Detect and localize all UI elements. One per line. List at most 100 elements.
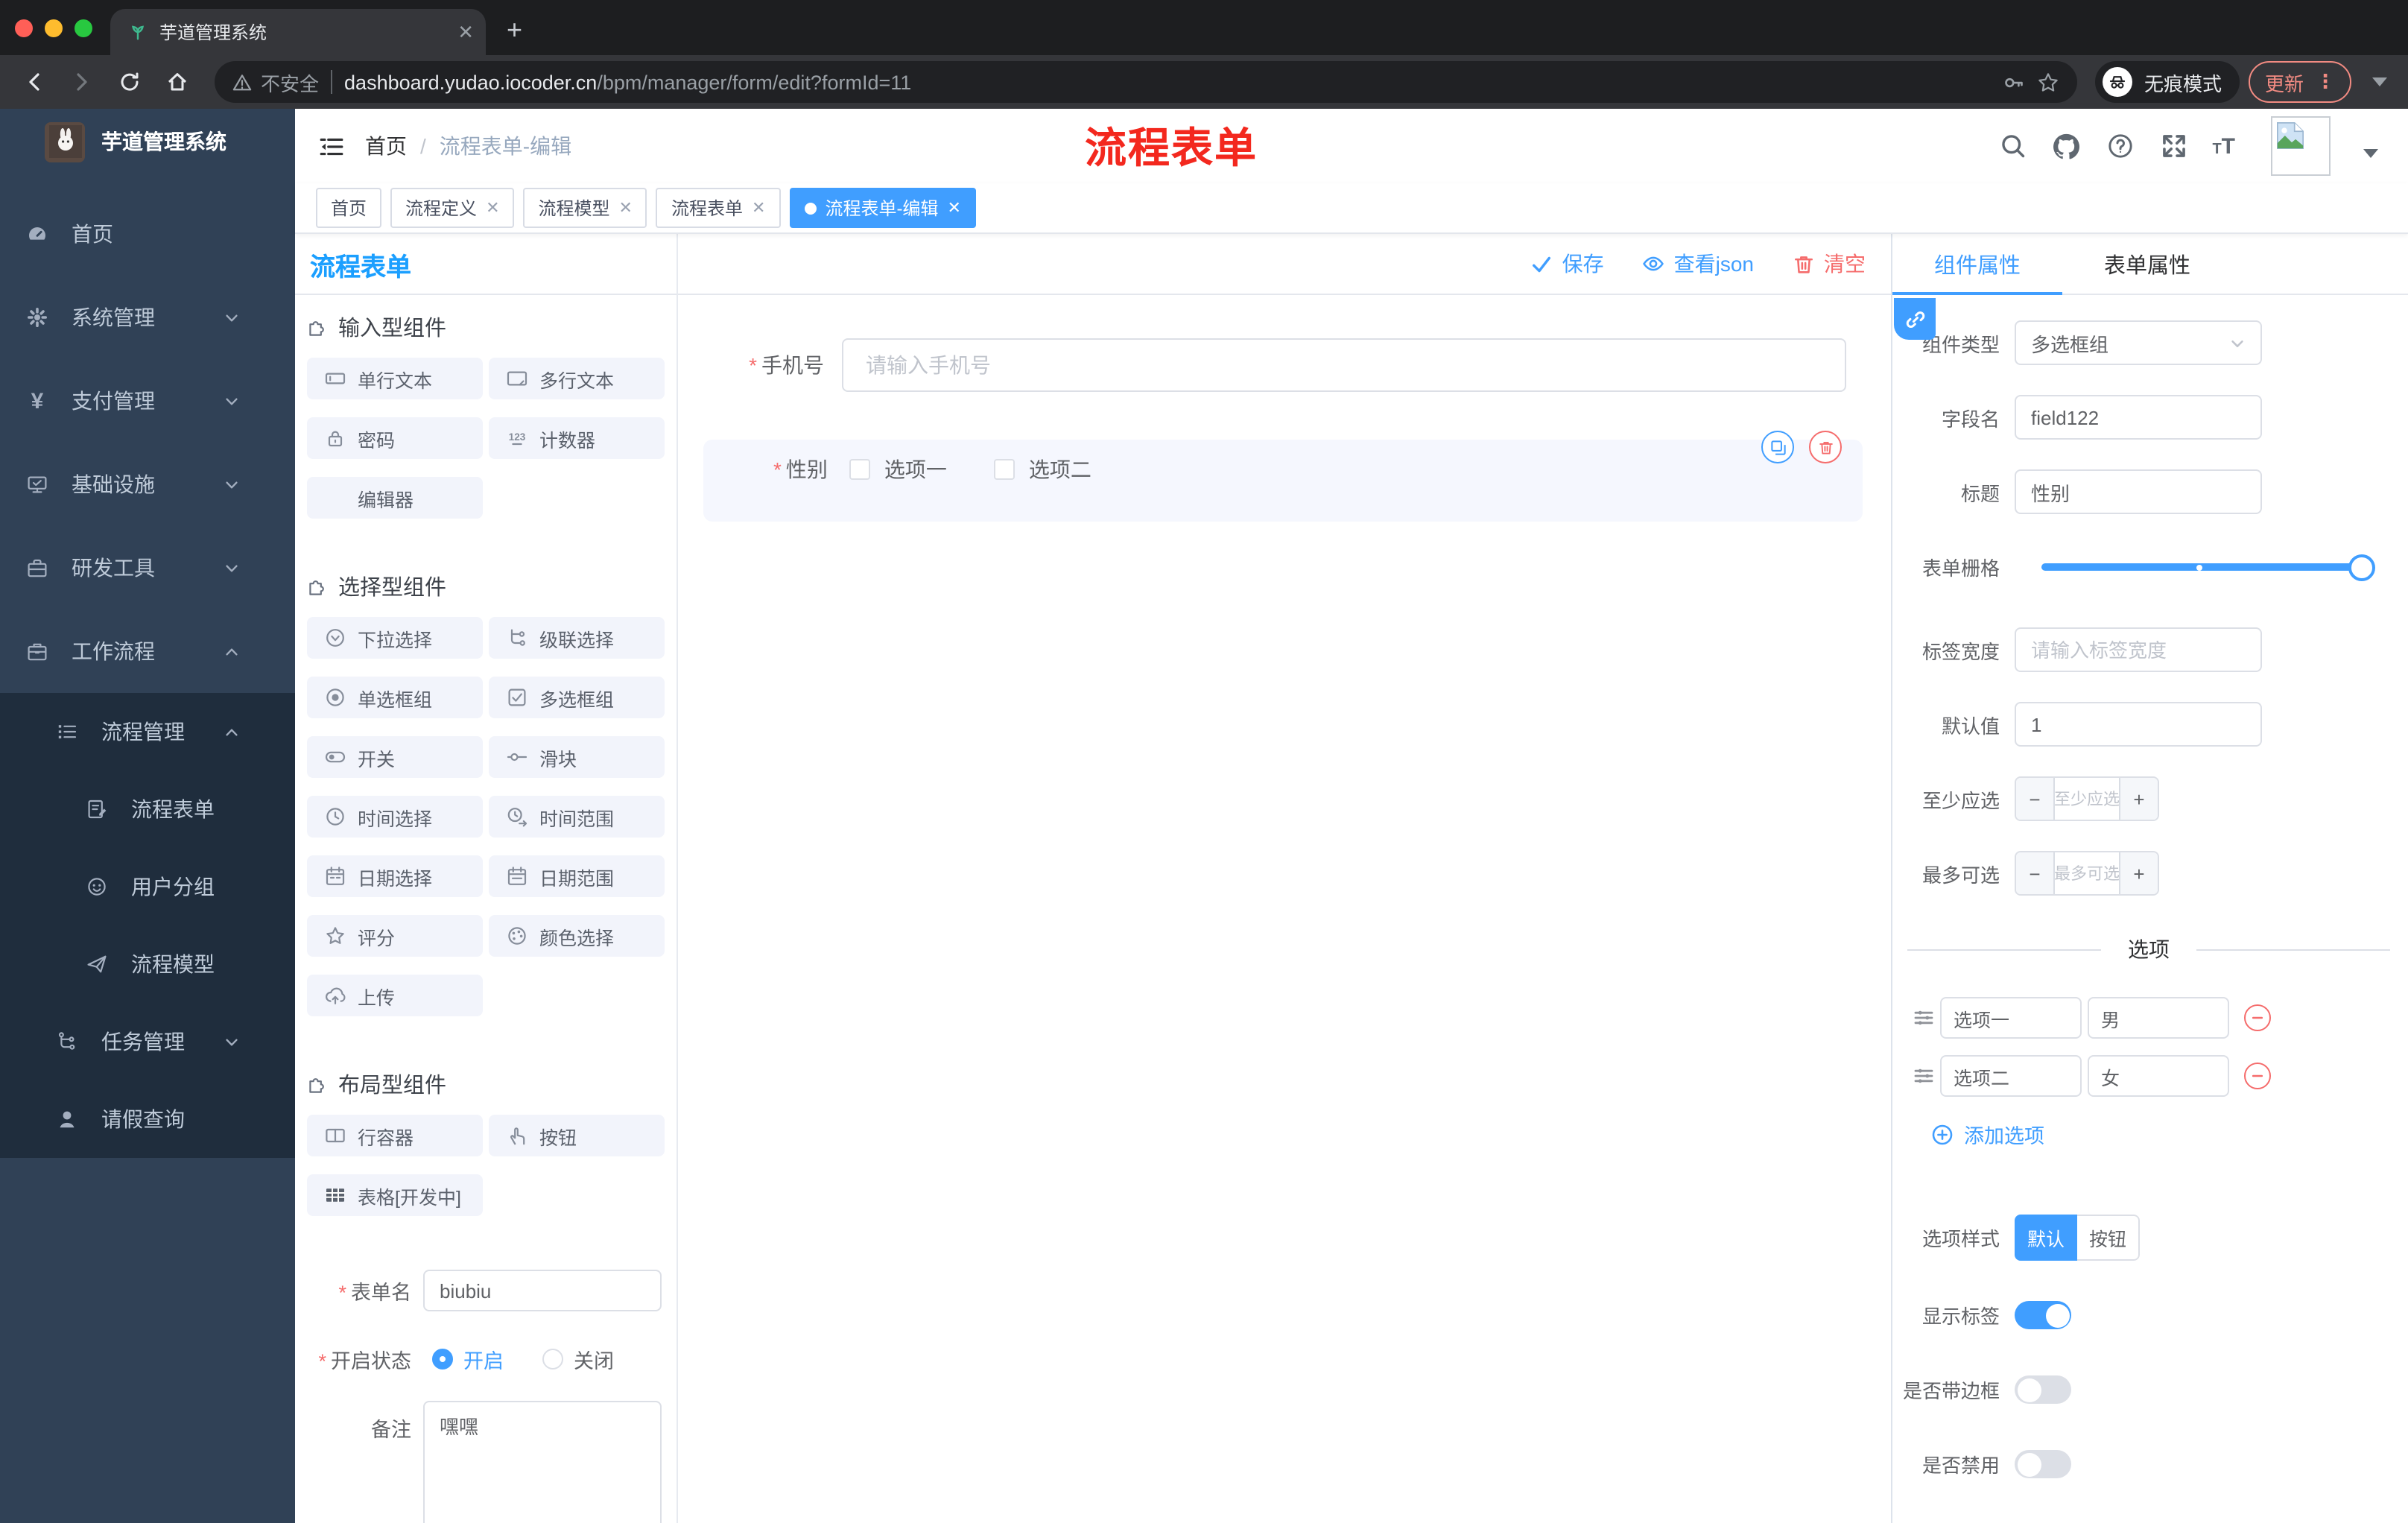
palette-item-switch[interactable]: 开关 <box>307 736 483 778</box>
tag-流程定义[interactable]: 流程定义 ✕ <box>390 188 515 228</box>
delete-field-button[interactable] <box>1809 431 1842 463</box>
sidebar-logo[interactable]: 芋道管理系统 <box>0 109 295 174</box>
browser-tab[interactable]: 芋道管理系统 ✕ <box>110 9 486 55</box>
slider-handle[interactable] <box>2348 554 2375 581</box>
palette-item-color[interactable]: 颜色选择 <box>489 915 665 957</box>
sidebar-item-leave-query[interactable]: 请假查询 <box>0 1080 295 1158</box>
duplicate-field-button[interactable] <box>1761 431 1794 463</box>
tag-流程模型[interactable]: 流程模型 ✕ <box>523 188 647 228</box>
palette-item-table[interactable]: 表格[开发中] <box>307 1174 483 1216</box>
github-icon[interactable] <box>2051 131 2081 161</box>
tag-流程表单[interactable]: 流程表单 ✕ <box>656 188 781 228</box>
help-icon[interactable] <box>2105 131 2135 161</box>
user-menu-caret-icon[interactable] <box>2363 149 2378 158</box>
radio-status-off[interactable]: 关闭 <box>542 1344 614 1374</box>
search-icon[interactable] <box>1997 131 2027 161</box>
increase-button[interactable]: + <box>2119 778 2158 820</box>
checkbox-option[interactable]: 选项一 <box>849 455 947 484</box>
default-value-input[interactable] <box>2015 702 2262 747</box>
toggle-with-border[interactable] <box>2015 1375 2071 1404</box>
clear-button[interactable]: 清空 <box>1793 249 1866 279</box>
tag-流程表单-编辑[interactable]: 流程表单-编辑 ✕ <box>789 188 976 228</box>
palette-item-time[interactable]: 时间选择 <box>307 796 483 838</box>
link-handle[interactable] <box>1894 298 1936 340</box>
form-name-input[interactable] <box>423 1270 662 1311</box>
palette-item-checkbox-group[interactable]: 多选框组 <box>489 677 665 718</box>
new-tab-button[interactable]: + <box>507 15 522 46</box>
sidebar-item-system[interactable]: 系统管理 <box>0 276 295 359</box>
tag-close-icon[interactable]: ✕ <box>947 198 960 218</box>
avatar[interactable] <box>2271 116 2331 176</box>
canvas-field-gender-selected[interactable]: * 性别 选项一 选项二 <box>703 431 1863 522</box>
palette-item-button[interactable]: 按钮 <box>489 1115 665 1156</box>
sidebar-item-process-model[interactable]: 流程模型 <box>0 925 295 1003</box>
palette-item-text-field[interactable]: 单行文本 <box>307 358 483 399</box>
option-value-input[interactable] <box>2088 1055 2229 1097</box>
palette-item-cascader[interactable]: 级联选择 <box>489 617 665 659</box>
tag-close-icon[interactable]: ✕ <box>486 198 499 218</box>
tab-close-icon[interactable]: ✕ <box>457 20 474 44</box>
palette-item-date-range[interactable]: 日期范围 <box>489 855 665 897</box>
toggle-disabled[interactable] <box>2015 1450 2071 1478</box>
palette-item-row[interactable]: 行容器 <box>307 1115 483 1156</box>
browser-update-button[interactable]: 更新 ⋮ <box>2248 61 2351 103</box>
label-width-input[interactable] <box>2015 627 2262 672</box>
sidebar-item-home[interactable]: 首页 <box>0 192 295 276</box>
canvas-field-phone[interactable]: * 手机号 <box>678 338 1891 392</box>
address-bar[interactable]: 不安全 dashboard.yudao.iocoder.cn/bpm/manag… <box>215 61 2077 103</box>
increase-button[interactable]: + <box>2119 852 2158 894</box>
sidebar-item-workflow[interactable]: 工作流程 <box>0 609 295 693</box>
palette-item-textarea[interactable]: 多行文本 <box>489 358 665 399</box>
sidebar-item-infra[interactable]: 基础设施 <box>0 443 295 526</box>
palette-item-radio-group[interactable]: 单选框组 <box>307 677 483 718</box>
sidebar-item-task-mgmt[interactable]: 任务管理 <box>0 1003 295 1080</box>
sidebar-fold-icon[interactable] <box>319 133 344 159</box>
remove-option-button[interactable] <box>2244 1004 2271 1031</box>
home-icon[interactable] <box>158 63 197 101</box>
style-button-button[interactable]: 按钮 <box>2077 1215 2140 1261</box>
palette-item-time-range[interactable]: 时间范围 <box>489 796 665 838</box>
sidebar-item-process-form[interactable]: 流程表单 <box>0 770 295 848</box>
decrease-button[interactable]: − <box>2016 778 2055 820</box>
fullscreen-icon[interactable] <box>2158 131 2188 161</box>
radio-status-on[interactable]: 开启 <box>432 1344 504 1374</box>
palette-item-slider[interactable]: 滑块 <box>489 736 665 778</box>
tag-close-icon[interactable]: ✕ <box>752 198 765 218</box>
palette-item-rate[interactable]: 评分 <box>307 915 483 957</box>
toggle-show-label[interactable] <box>2015 1301 2071 1329</box>
drag-handle-icon[interactable] <box>1913 1066 1934 1086</box>
palette-item-counter[interactable]: 123 计数器 <box>489 417 665 459</box>
checkbox-option[interactable]: 选项二 <box>994 455 1091 484</box>
sidebar-item-devtools[interactable]: 研发工具 <box>0 526 295 609</box>
back-icon[interactable] <box>15 63 54 101</box>
tab-form-props[interactable]: 表单属性 <box>2062 248 2232 279</box>
save-button[interactable]: 保存 <box>1531 249 1604 279</box>
breadcrumb-home[interactable]: 首页 <box>365 131 407 161</box>
close-window-button[interactable] <box>15 19 33 37</box>
bookmark-star-icon[interactable] <box>2037 71 2059 93</box>
option-label-input[interactable] <box>1940 1055 2082 1097</box>
option-value-input[interactable] <box>2088 997 2229 1039</box>
tag-close-icon[interactable]: ✕ <box>619 198 633 218</box>
password-key-icon[interactable] <box>2003 71 2025 93</box>
palette-item-date[interactable]: 日期选择 <box>307 855 483 897</box>
forward-icon[interactable] <box>63 63 101 101</box>
component-type-select[interactable]: 多选框组 <box>2015 320 2262 365</box>
option-label-input[interactable] <box>1940 997 2082 1039</box>
remove-option-button[interactable] <box>2244 1063 2271 1089</box>
palette-item-editor[interactable]: 编辑器 <box>307 477 483 519</box>
browser-caret-icon[interactable] <box>2372 77 2387 86</box>
style-default-button[interactable]: 默认 <box>2015 1215 2077 1261</box>
phone-input[interactable] <box>842 338 1846 392</box>
palette-item-dropdown[interactable]: 下拉选择 <box>307 617 483 659</box>
sidebar-item-payment[interactable]: ¥ 支付管理 <box>0 359 295 443</box>
font-size-icon[interactable]: TT <box>2212 133 2235 159</box>
reload-icon[interactable] <box>110 63 149 101</box>
drag-handle-icon[interactable] <box>1913 1007 1934 1028</box>
maximize-window-button[interactable] <box>75 19 92 37</box>
form-grid-slider[interactable] <box>2041 544 2375 589</box>
add-option-button[interactable]: 添加选项 <box>1931 1121 2408 1147</box>
remark-textarea[interactable]: 嘿嘿 <box>423 1401 662 1523</box>
view-json-button[interactable]: 查看json <box>1643 249 1754 279</box>
sidebar-item-user-group[interactable]: 用户分组 <box>0 848 295 925</box>
